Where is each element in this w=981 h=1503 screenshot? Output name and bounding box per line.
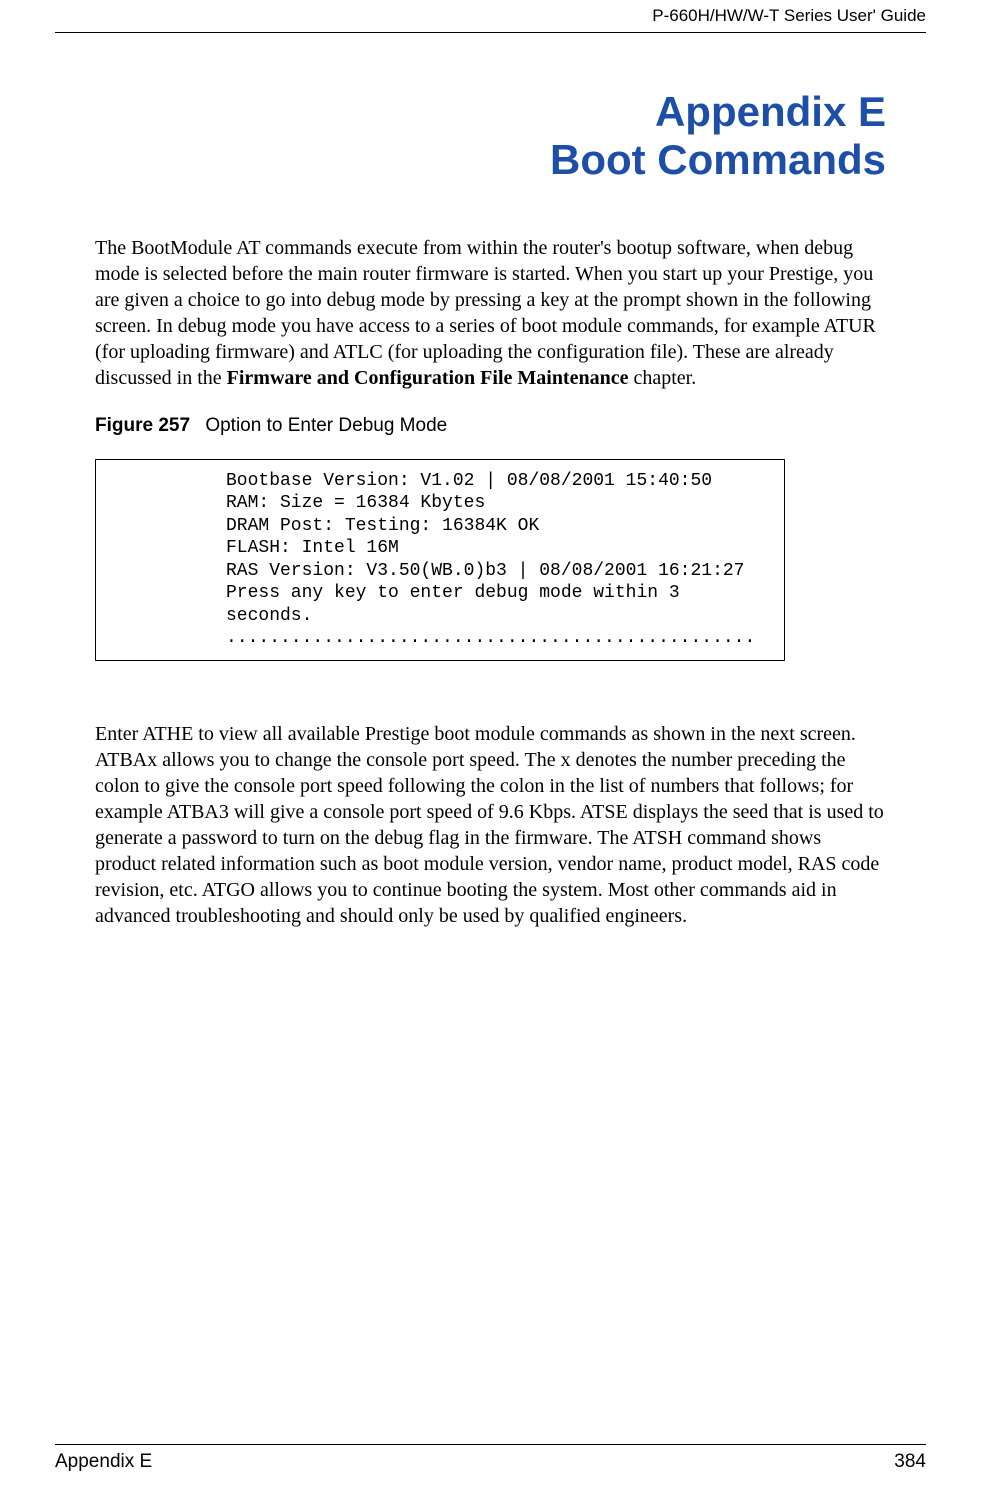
guide-title: P-660H/HW/W-T Series User' Guide [652,6,926,25]
body-area: Appendix E Boot Commands The BootModule … [55,88,926,929]
title-line2: Boot Commands [550,136,886,183]
title-line1: Appendix E [655,88,886,135]
intro-text-bold: Firmware and Configuration File Maintena… [227,367,629,389]
second-paragraph: Enter ATHE to view all available Prestig… [95,721,886,929]
code-box: Bootbase Version: V1.02 | 08/08/2001 15:… [95,459,785,661]
page: P-660H/HW/W-T Series User' Guide Appendi… [0,0,981,1503]
figure-label: Figure 257 Option to Enter Debug Mode [95,415,886,437]
intro-paragraph: The BootModule AT commands execute from … [95,235,886,391]
appendix-title: Appendix E Boot Commands [95,88,886,185]
figure-caption: Option to Enter Debug Mode [205,415,447,436]
intro-text-part2: chapter. [628,367,696,389]
figure-number: Figure 257 [95,415,190,436]
footer-page-number: 384 [894,1451,926,1473]
page-header: P-660H/HW/W-T Series User' Guide [55,0,926,33]
page-footer: Appendix E 384 [55,1444,926,1473]
footer-left: Appendix E [55,1451,152,1472]
